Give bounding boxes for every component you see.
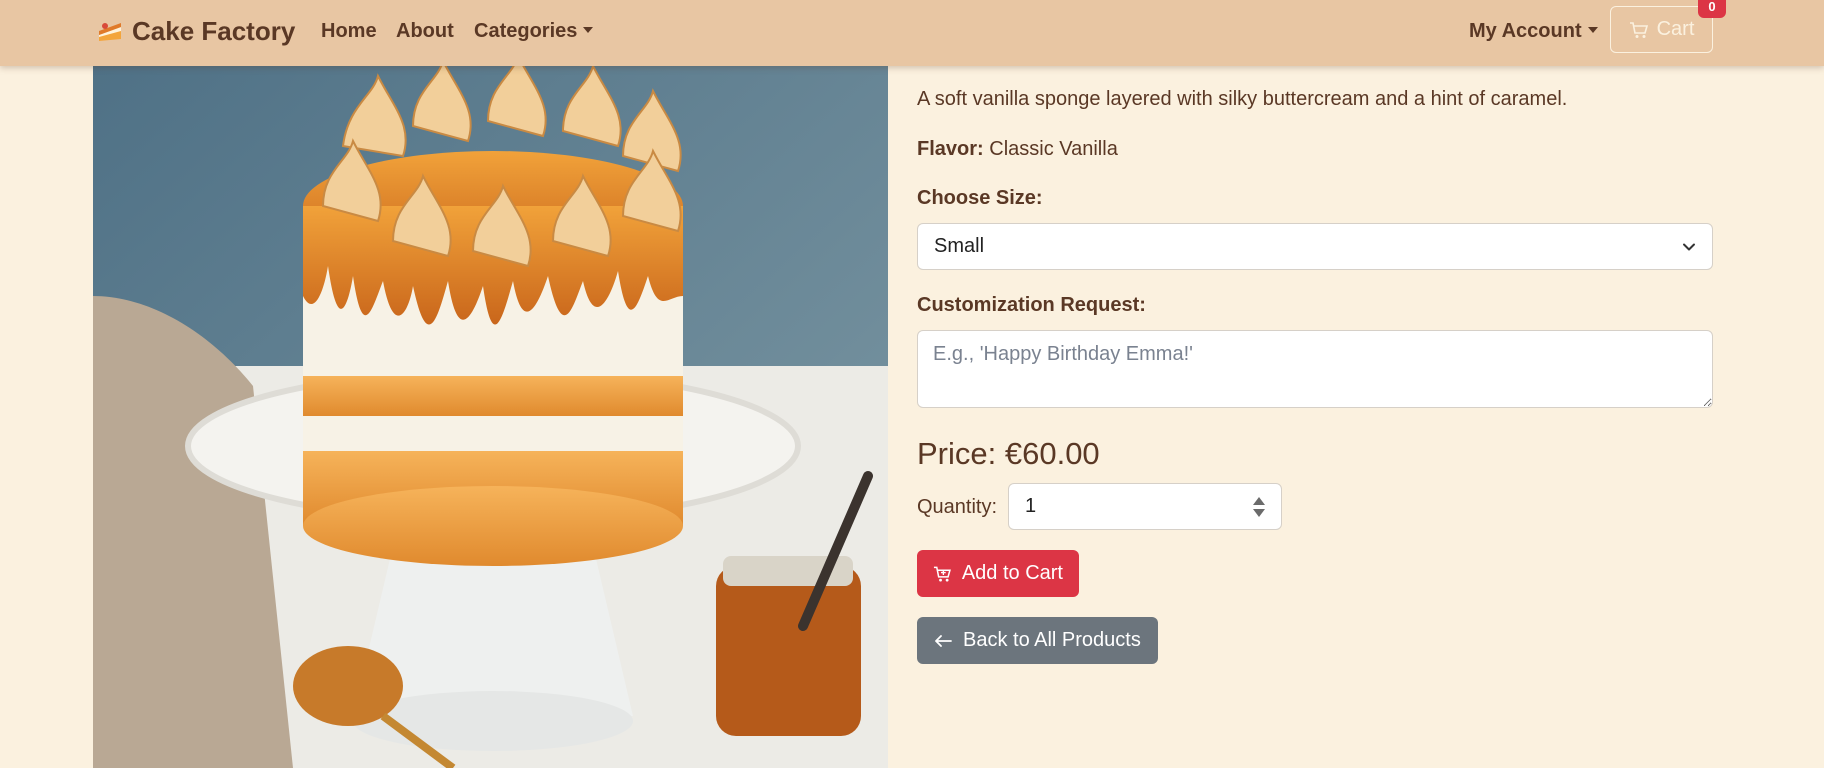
customization-input[interactable] <box>917 330 1713 408</box>
add-to-cart-button[interactable]: Add to Cart <box>917 550 1079 597</box>
chevron-down-icon <box>1683 243 1695 250</box>
brand-link[interactable]: Cake Factory <box>96 14 295 48</box>
spin-down-icon[interactable] <box>1253 508 1265 517</box>
size-select[interactable]: Small <box>917 223 1713 270</box>
add-to-cart-label: Add to Cart <box>961 562 1063 584</box>
size-selected-value: Small <box>934 235 985 257</box>
flavor-value: Classic Vanilla <box>989 138 1118 160</box>
customization-label: Customization Request: <box>917 294 1146 316</box>
brand-name: Cake Factory <box>132 15 296 46</box>
quantity-label: Quantity: <box>917 496 998 518</box>
product-image <box>93 66 888 768</box>
nav-about[interactable]: About <box>396 20 454 43</box>
arrow-left-icon <box>935 634 952 647</box>
back-label: Back to All Products <box>963 629 1141 651</box>
product-description: A soft vanilla sponge layered with silky… <box>917 88 1568 110</box>
nav-home[interactable]: Home <box>321 20 377 43</box>
product-flavor: Flavor: Classic Vanilla <box>917 138 1118 161</box>
chevron-down-icon <box>583 27 594 33</box>
nav-categories[interactable]: Categories <box>474 20 594 43</box>
my-account-label: My Account <box>1469 20 1582 42</box>
flavor-label: Flavor: <box>917 138 984 160</box>
navbar: Cake Factory Home About Categories My Ac… <box>0 0 1824 66</box>
cart-label: Cart <box>1656 18 1695 40</box>
cake-slice-icon <box>99 23 121 41</box>
cart-icon <box>933 566 951 582</box>
nav-my-account[interactable]: My Account <box>1469 20 1598 43</box>
quantity-value: 1 <box>1025 495 1037 517</box>
cake-photo <box>93 66 888 768</box>
spin-up-icon[interactable] <box>1253 496 1265 505</box>
nav-categories-label: Categories <box>474 20 578 42</box>
cart-count-badge: 0 <box>1698 0 1726 18</box>
product-price: Price: €60.00 <box>917 436 1100 471</box>
back-to-products-button[interactable]: Back to All Products <box>917 617 1158 664</box>
cart-icon <box>1629 21 1648 38</box>
chevron-down-icon <box>1587 27 1598 33</box>
quantity-spinner[interactable] <box>1253 496 1265 517</box>
size-label: Choose Size: <box>917 187 1043 209</box>
quantity-stepper[interactable]: 1 <box>1008 483 1282 530</box>
